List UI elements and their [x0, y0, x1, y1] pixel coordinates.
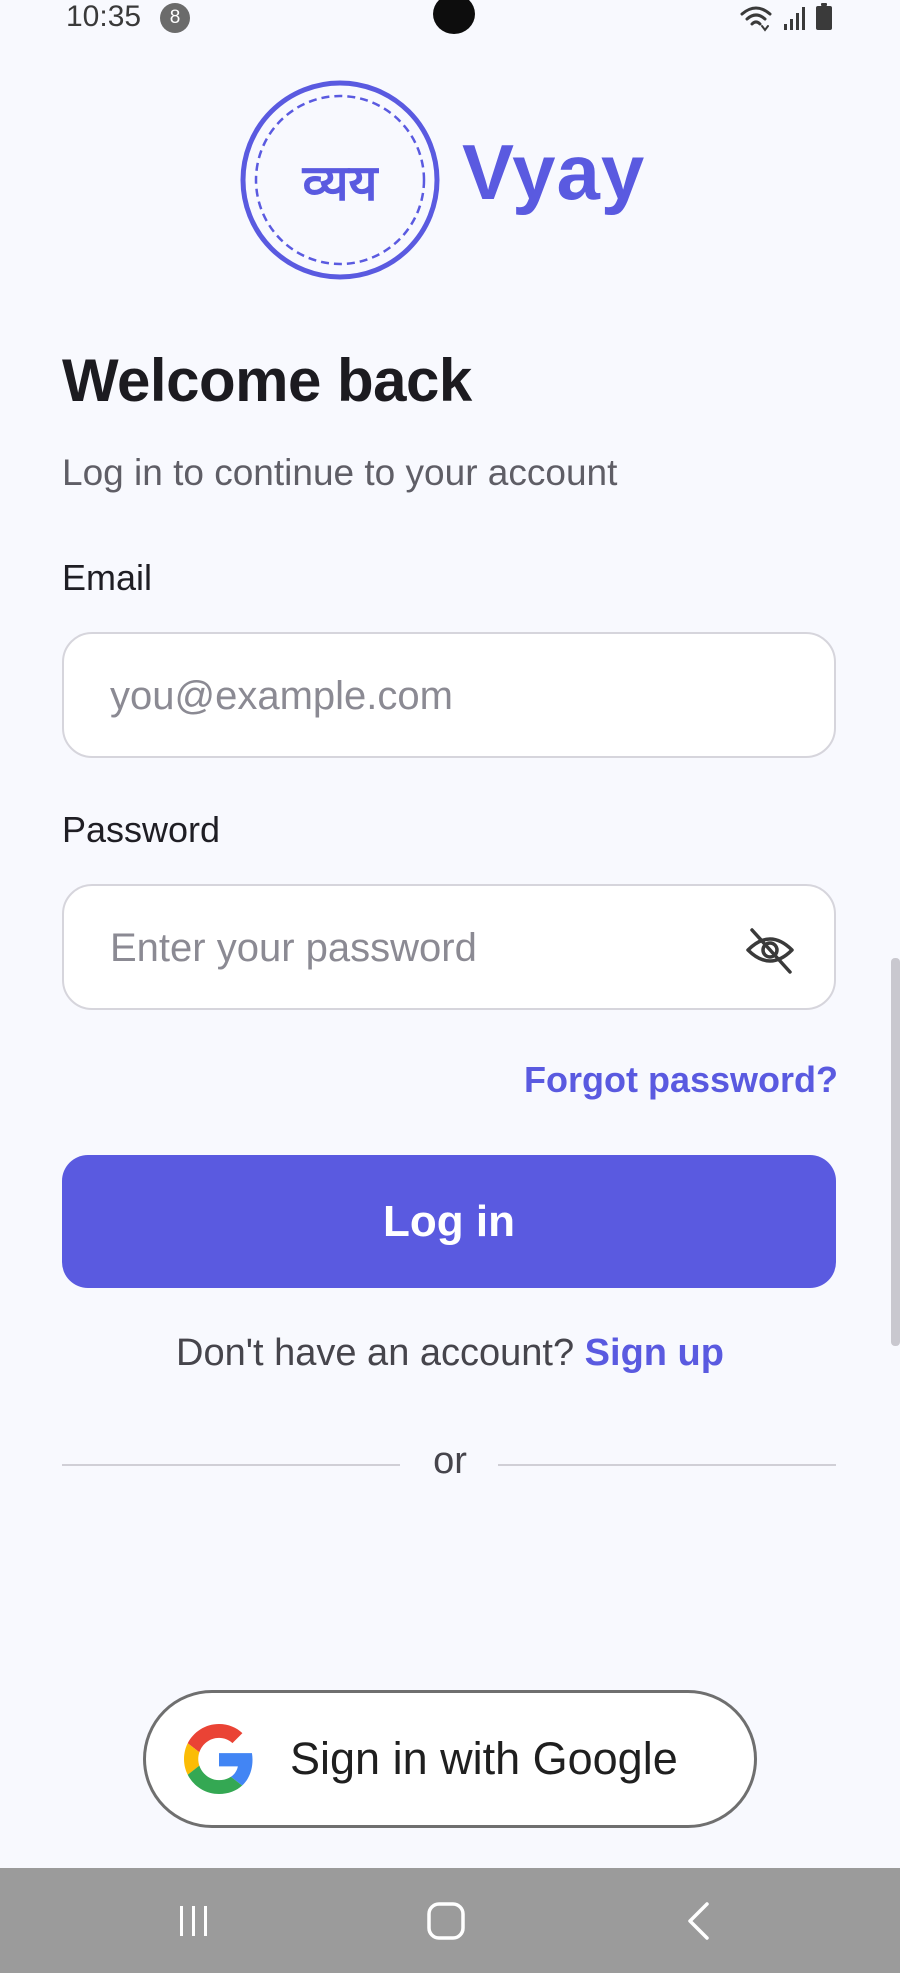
- camera-cutout: [433, 0, 475, 34]
- logo-emblem-text: व्यय: [301, 154, 379, 212]
- password-field-container[interactable]: [62, 884, 836, 1010]
- signup-prompt: Don't have an account?: [176, 1332, 575, 1374]
- status-time: 10:35: [66, 0, 142, 33]
- recent-apps-button[interactable]: [164, 1896, 224, 1946]
- home-button[interactable]: [416, 1896, 476, 1946]
- google-icon: [184, 1724, 253, 1794]
- email-field-container[interactable]: [62, 632, 836, 758]
- divider-right: [498, 1464, 836, 1466]
- back-icon: [688, 1902, 709, 1940]
- google-signin-label: Sign in with Google: [290, 1733, 678, 1784]
- divider-text: or: [433, 1440, 467, 1482]
- email-label: Email: [62, 557, 153, 598]
- eye-off-icon[interactable]: [744, 924, 796, 976]
- signup-row: Don't have an account? Sign up: [0, 1330, 900, 1376]
- signal-icon: [784, 7, 805, 30]
- forgot-password-link[interactable]: Forgot password?: [524, 1058, 838, 1102]
- page-subtitle: Log in to continue to your account: [62, 452, 618, 493]
- page-title: Welcome back: [62, 347, 472, 414]
- notification-count-badge: 8: [160, 3, 190, 33]
- home-icon: [427, 1902, 465, 1940]
- back-button[interactable]: [668, 1896, 728, 1946]
- logo-emblem: व्यय: [240, 80, 440, 280]
- divider-left: [62, 1464, 400, 1466]
- password-field[interactable]: [108, 886, 712, 1010]
- login-button[interactable]: Log in: [62, 1155, 836, 1288]
- email-field[interactable]: [108, 634, 712, 758]
- system-nav-bar: [0, 1868, 900, 1973]
- wifi-icon: [740, 6, 772, 32]
- battery-icon: [816, 3, 832, 30]
- google-signin-button[interactable]: Sign in with Google: [143, 1690, 757, 1828]
- password-label: Password: [62, 809, 221, 850]
- status-icons: [740, 3, 832, 32]
- recent-apps-icon: [180, 1906, 207, 1936]
- signup-link[interactable]: Sign up: [585, 1332, 724, 1374]
- logo-wordmark: Vyay: [462, 128, 646, 216]
- scrollbar[interactable]: [891, 958, 900, 1346]
